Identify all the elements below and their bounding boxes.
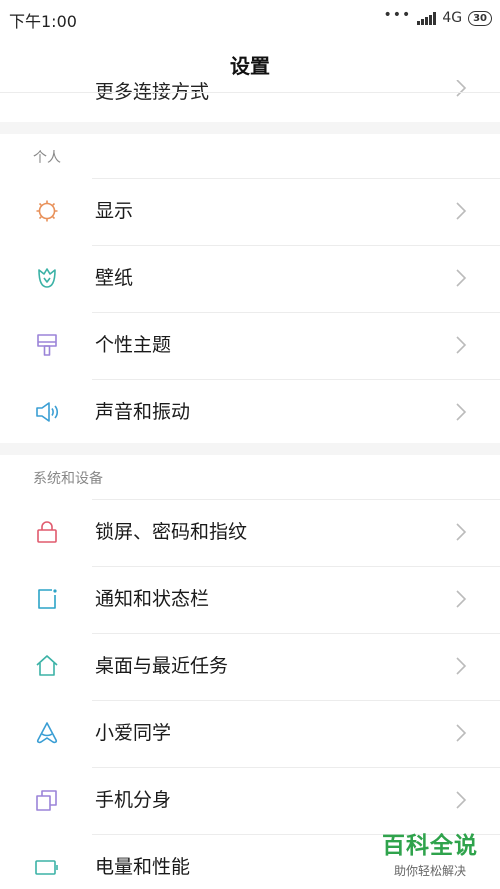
page-title: 设置	[230, 54, 270, 78]
more-dots-icon: •••	[383, 7, 412, 23]
chevron-right-icon	[455, 656, 467, 676]
item-label: 声音和振动	[95, 401, 191, 423]
watermark-title: 百科全说	[382, 833, 478, 859]
divider	[92, 499, 500, 500]
chevron-right-icon	[455, 522, 467, 542]
chevron-right-icon	[455, 268, 467, 288]
item-label: 壁纸	[95, 267, 134, 289]
sun-icon	[33, 197, 61, 225]
section-label: 个人	[33, 150, 61, 166]
network-type: 4G	[442, 10, 463, 26]
notification-icon	[33, 585, 61, 613]
paintbrush-icon	[33, 331, 61, 359]
item-label: 手机分身	[95, 789, 172, 811]
chevron-right-icon	[455, 790, 467, 810]
status-time: 下午1:00	[9, 12, 77, 31]
clone-icon	[33, 786, 61, 814]
assistant-icon	[33, 719, 61, 747]
list-item-dual-apps[interactable]: 手机分身	[0, 767, 500, 834]
item-label: 显示	[95, 200, 134, 222]
item-label: 桌面与最近任务	[95, 655, 229, 677]
status-bar: 下午1:00 ••• 4G 30	[0, 0, 500, 36]
divider	[92, 633, 500, 634]
item-label: 锁屏、密码和指纹	[95, 521, 248, 543]
section-header-personal: 个人	[0, 134, 500, 178]
list-item-xiaoai[interactable]: 小爱同学	[0, 700, 500, 767]
status-indicators: ••• 4G 30	[384, 8, 492, 28]
list-item-sound[interactable]: 声音和振动	[0, 379, 500, 446]
item-label: 个性主题	[95, 334, 172, 356]
divider	[92, 178, 500, 179]
item-label: 通知和状态栏	[95, 588, 210, 610]
chevron-right-icon	[455, 402, 467, 422]
divider	[92, 767, 500, 768]
item-label: 电量和性能	[95, 856, 191, 878]
list-item-notifications[interactable]: 通知和状态栏	[0, 566, 500, 633]
section-gap	[0, 443, 500, 455]
item-label: 小爱同学	[95, 722, 172, 744]
chevron-right-icon	[455, 589, 467, 609]
lock-icon	[33, 518, 61, 546]
list-item-theme[interactable]: 个性主题	[0, 312, 500, 379]
tulip-icon	[33, 264, 61, 292]
divider	[92, 312, 500, 313]
battery-icon	[33, 853, 61, 881]
list-item-more-connections[interactable]: 更多连接方式	[0, 80, 500, 122]
watermark-subtitle: 助你轻松解决	[393, 864, 466, 878]
chevron-right-icon	[455, 201, 467, 221]
section-gap	[0, 122, 500, 134]
section-label: 系统和设备	[33, 471, 103, 487]
divider	[92, 700, 500, 701]
list-item-wallpaper[interactable]: 壁纸	[0, 245, 500, 312]
signal-icon	[417, 11, 437, 25]
home-icon	[33, 652, 61, 680]
divider	[92, 245, 500, 246]
chevron-right-icon	[455, 723, 467, 743]
header-divider	[0, 92, 500, 93]
battery-indicator: 30	[468, 10, 492, 26]
chevron-right-icon	[455, 80, 467, 98]
watermark-logo: 百科全说 助你轻松解决	[374, 826, 486, 879]
chevron-right-icon	[455, 335, 467, 355]
speaker-icon	[33, 398, 61, 426]
list-item-display[interactable]: 显示	[0, 178, 500, 245]
list-item-lock-screen[interactable]: 锁屏、密码和指纹	[0, 499, 500, 566]
divider	[92, 566, 500, 567]
section-header-system: 系统和设备	[0, 455, 500, 499]
divider	[92, 379, 500, 380]
list-item-home-screen[interactable]: 桌面与最近任务	[0, 633, 500, 700]
